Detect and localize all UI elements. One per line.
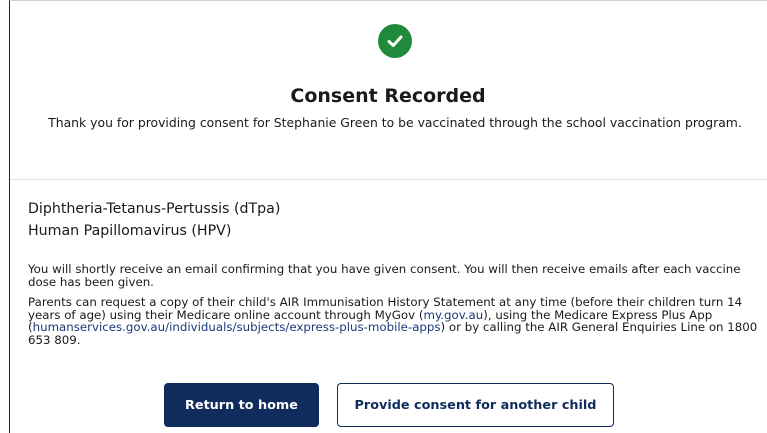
divider (10, 179, 767, 180)
history-statement-info: Parents can request a copy of their chil… (28, 296, 763, 346)
vaccine-item: Human Papillomavirus (HPV) (28, 223, 232, 239)
email-notice: You will shortly receive an email confir… (28, 262, 741, 289)
checkmark-icon (387, 35, 403, 47)
express-plus-link[interactable]: humanservices.gov.au/individuals/subject… (33, 320, 441, 334)
page-title: Consent Recorded (290, 85, 486, 107)
consent-message: Thank you for providing consent for Step… (48, 115, 742, 130)
vaccine-item: Diphtheria-Tetanus-Pertussis (dTpa) (28, 201, 281, 217)
check-circle-icon (378, 24, 412, 58)
consent-another-child-button[interactable]: Provide consent for another child (337, 383, 614, 427)
return-home-button[interactable]: Return to home (164, 383, 319, 427)
